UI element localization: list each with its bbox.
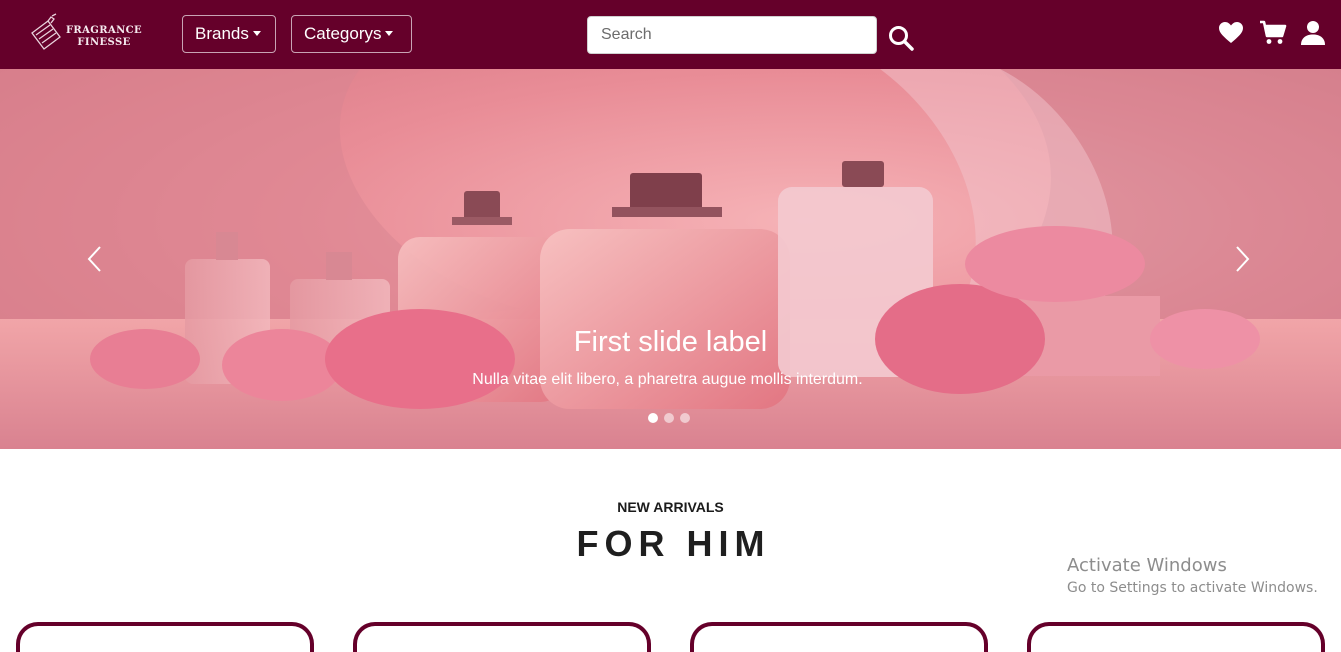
activate-windows-title: Activate Windows: [1067, 555, 1227, 576]
search-button[interactable]: [887, 24, 915, 52]
perfume-logo-icon: [31, 13, 61, 50]
product-card[interactable]: [16, 622, 314, 652]
brands-dropdown-label: Brands: [195, 24, 249, 43]
product-card[interactable]: [353, 622, 651, 652]
brand-logo[interactable]: FRAGRANCE FINESSE: [28, 13, 148, 53]
heart-icon: [1219, 22, 1243, 43]
product-card[interactable]: [1027, 622, 1325, 652]
carousel-indicator[interactable]: [648, 413, 658, 423]
hero-carousel: First slide label Nulla vitae elit liber…: [0, 69, 1341, 449]
chevron-left-icon: [87, 246, 101, 272]
slide-caption-title: First slide label: [573, 326, 768, 358]
brand-name-line2: FINESSE: [77, 37, 131, 48]
search-input[interactable]: [587, 16, 877, 54]
search-icon: [889, 26, 914, 51]
account-button[interactable]: [1300, 20, 1326, 46]
brands-dropdown-button[interactable]: Brands: [182, 15, 276, 53]
carousel-prev-button[interactable]: [80, 239, 110, 279]
caret-down-icon: [385, 31, 394, 36]
slide-caption-text: Nulla vitae elit libero, a pharetra augu…: [472, 371, 863, 388]
categories-dropdown-button[interactable]: Categorys: [291, 15, 412, 53]
chevron-right-icon: [1236, 246, 1250, 272]
carousel-indicator[interactable]: [680, 413, 690, 423]
user-icon: [1301, 21, 1325, 45]
categories-dropdown-label: Categorys: [304, 24, 382, 43]
brand-name: FRAGRANCE FINESSE: [62, 25, 146, 49]
brand-name-line1: FRAGRANCE: [65, 25, 143, 36]
activate-windows-subtitle: Go to Settings to activate Windows.: [1067, 580, 1318, 596]
cart-icon: [1260, 20, 1287, 44]
product-card[interactable]: [690, 622, 988, 652]
navbar: FRAGRANCE FINESSE Brands Categorys: [0, 0, 1341, 69]
carousel-next-button[interactable]: [1227, 239, 1257, 279]
carousel-indicator[interactable]: [664, 413, 674, 423]
carousel-indicators: [647, 413, 695, 423]
caret-down-icon: [252, 31, 261, 36]
perfume-slide-image: [0, 69, 1341, 449]
cart-button[interactable]: [1259, 20, 1287, 46]
section-subtitle: NEW ARRIVALS: [617, 499, 724, 515]
wishlist-button[interactable]: [1218, 20, 1244, 46]
